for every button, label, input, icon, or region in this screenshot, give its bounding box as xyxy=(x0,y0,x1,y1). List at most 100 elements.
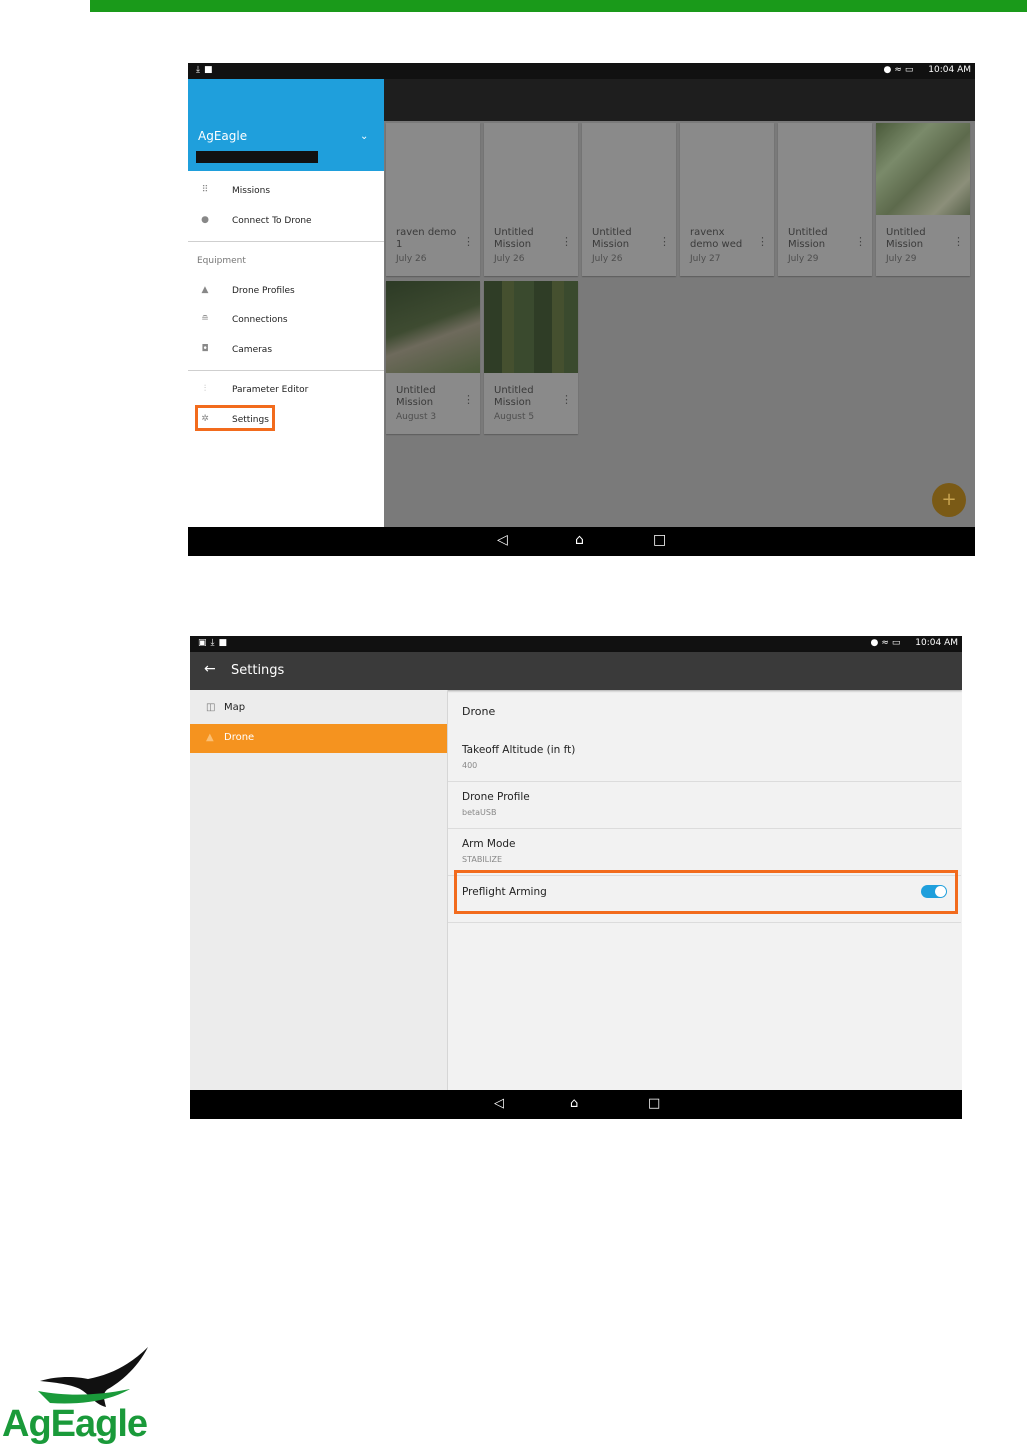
grid-icon: ⠿ xyxy=(201,185,209,195)
recents-icon[interactable]: □ xyxy=(653,532,666,548)
page-title: Settings xyxy=(231,663,285,678)
mission-thumbnail xyxy=(484,281,578,373)
mission-card[interactable]: Untitled Mission ⋮ July 26 xyxy=(582,123,676,276)
system-nav-bar: ◁ ⌂ □ xyxy=(190,1090,962,1119)
drone-icon: ▲ xyxy=(206,732,214,743)
overflow-menu-icon[interactable]: ⋮ xyxy=(953,236,964,247)
drawer-item-drone-profiles[interactable]: ▲ Drone Profiles xyxy=(188,277,384,305)
settings-app-bar: ← Settings xyxy=(190,652,962,690)
back-icon[interactable]: ◁ xyxy=(497,532,508,548)
mission-card[interactable]: ravenx demo wed ⋮ July 27 xyxy=(680,123,774,276)
settings-screenshot: ▣⤓■ ●≈▭ 10:04 AM ← Settings ◫ Map ▲ Dron… xyxy=(190,636,962,1119)
map-icon: ◫ xyxy=(206,702,216,713)
overflow-menu-icon[interactable]: ⋮ xyxy=(561,236,572,247)
status-time: 10:04 AM xyxy=(915,638,958,648)
dot-icon: ● xyxy=(201,215,209,225)
drawer-item-cameras[interactable]: ◘ Cameras xyxy=(188,336,384,364)
logo-wordmark: AgEagle xyxy=(2,1403,148,1445)
drawer-item-connections[interactable]: ≘ Connections xyxy=(188,306,384,334)
mission-title: Untitled Mission xyxy=(396,385,436,408)
mission-date: August 3 xyxy=(396,412,437,422)
divider xyxy=(188,241,384,242)
pref-drone-profile[interactable]: Drone Profile betaUSB xyxy=(448,782,961,829)
mission-title: Untitled Mission xyxy=(494,227,534,250)
drone-icon: ▲ xyxy=(201,285,209,295)
mission-card[interactable]: Untitled Mission ⋮ July 29 xyxy=(778,123,872,276)
system-nav-bar: ◁ ⌂ □ xyxy=(188,527,975,556)
drawer-item-connect-to-drone[interactable]: ● Connect To Drone xyxy=(188,207,384,235)
settings-categories: ◫ Map ▲ Drone xyxy=(190,690,448,1090)
overflow-menu-icon[interactable]: ⋮ xyxy=(757,236,768,247)
mission-date: July 26 xyxy=(592,254,623,264)
bag-icon: ■ xyxy=(203,65,217,75)
status-bar: ⤓■ ●≈▭ 10:04 AM xyxy=(188,63,975,79)
status-time: 10:04 AM xyxy=(928,65,971,75)
mission-title: Untitled Mission xyxy=(592,227,632,250)
mission-date: July 27 xyxy=(690,254,721,264)
mission-thumbnail xyxy=(386,281,480,373)
mission-title: ravenx demo wed xyxy=(690,227,743,250)
mission-card[interactable]: raven demo 1 ⋮ July 26 xyxy=(386,123,480,276)
mission-card[interactable]: Untitled Mission ⋮ July 29 xyxy=(876,123,970,276)
category-map[interactable]: ◫ Map xyxy=(190,694,447,723)
mission-card[interactable]: Untitled Mission ⋮ July 26 xyxy=(484,123,578,276)
wifi-icon: ≈ xyxy=(894,65,905,75)
home-icon[interactable]: ⌂ xyxy=(570,1096,578,1111)
overflow-menu-icon[interactable]: ⋮ xyxy=(463,394,474,405)
account-name: AgEagle xyxy=(198,129,248,143)
agEagle-logo: AgEagle xyxy=(0,1345,160,1448)
download-icon: ⤓ xyxy=(196,65,204,75)
wifi-icon: ≈ xyxy=(881,638,892,648)
status-bar: ▣⤓■ ●≈▭ 10:04 AM xyxy=(190,636,962,652)
mission-date: July 26 xyxy=(396,254,427,264)
battery-icon: ▭ xyxy=(891,638,904,648)
mission-title: Untitled Mission xyxy=(788,227,828,250)
divider xyxy=(188,370,384,371)
category-drone[interactable]: ▲ Drone xyxy=(190,724,447,753)
bag-icon: ■ xyxy=(218,638,232,648)
app-bar xyxy=(384,79,975,121)
mission-title: Untitled Mission xyxy=(886,227,926,250)
location-icon: ● xyxy=(870,638,882,648)
drawer-item-parameter-editor[interactable]: ⫶ Parameter Editor xyxy=(188,376,384,404)
back-icon[interactable]: ◁ xyxy=(494,1096,504,1111)
recents-icon[interactable]: □ xyxy=(648,1096,660,1111)
top-rule xyxy=(90,0,1027,12)
mission-date: July 29 xyxy=(788,254,819,264)
section-equipment: Equipment xyxy=(197,256,246,266)
sliders-icon: ⫶ xyxy=(203,384,207,394)
overflow-menu-icon[interactable]: ⋮ xyxy=(561,394,572,405)
overflow-menu-icon[interactable]: ⋮ xyxy=(659,236,670,247)
drawer-header: AgEagle ⌄ xyxy=(188,79,384,171)
mission-thumbnail xyxy=(876,123,970,215)
mission-title: raven demo 1 xyxy=(396,227,457,250)
redacted-account-bar xyxy=(196,151,318,163)
preflight-arming-highlight-box xyxy=(454,870,958,914)
overflow-menu-icon[interactable]: ⋮ xyxy=(855,236,866,247)
pref-takeoff-altitude[interactable]: Takeoff Altitude (in ft) 400 xyxy=(448,735,961,782)
mission-title: Untitled Mission xyxy=(494,385,534,408)
pref-arm-mode[interactable]: Arm Mode STABILIZE xyxy=(448,829,961,876)
back-arrow-icon[interactable]: ← xyxy=(204,661,216,677)
mission-card[interactable]: Untitled Mission ⋮ August 3 xyxy=(386,281,480,434)
eagle-icon xyxy=(38,1347,148,1407)
mission-date: August 5 xyxy=(494,412,535,422)
home-icon[interactable]: ⌂ xyxy=(575,532,584,548)
add-mission-button[interactable]: + xyxy=(932,483,966,517)
status-left-icons: ⤓■ xyxy=(196,65,217,75)
mission-date: July 29 xyxy=(886,254,917,264)
camera-icon: ◘ xyxy=(201,344,209,354)
nav-drawer: AgEagle ⌄ ⠿ Missions ● Connect To Drone … xyxy=(188,79,384,527)
router-icon: ≘ xyxy=(201,314,209,324)
missions-screenshot: ⤓■ ●≈▭ 10:04 AM raven demo 1 ⋮ July 26 U… xyxy=(188,63,975,556)
image-icon: ▣ xyxy=(198,638,211,648)
drawer-item-missions[interactable]: ⠿ Missions xyxy=(188,177,384,205)
mission-date: July 26 xyxy=(494,254,525,264)
section-title: Drone xyxy=(462,705,496,718)
download-icon: ⤓ xyxy=(210,638,219,648)
chevron-down-icon[interactable]: ⌄ xyxy=(360,131,368,142)
mission-card[interactable]: Untitled Mission ⋮ August 5 xyxy=(484,281,578,434)
overflow-menu-icon[interactable]: ⋮ xyxy=(463,236,474,247)
location-icon: ● xyxy=(883,65,895,75)
battery-icon: ▭ xyxy=(904,65,917,75)
